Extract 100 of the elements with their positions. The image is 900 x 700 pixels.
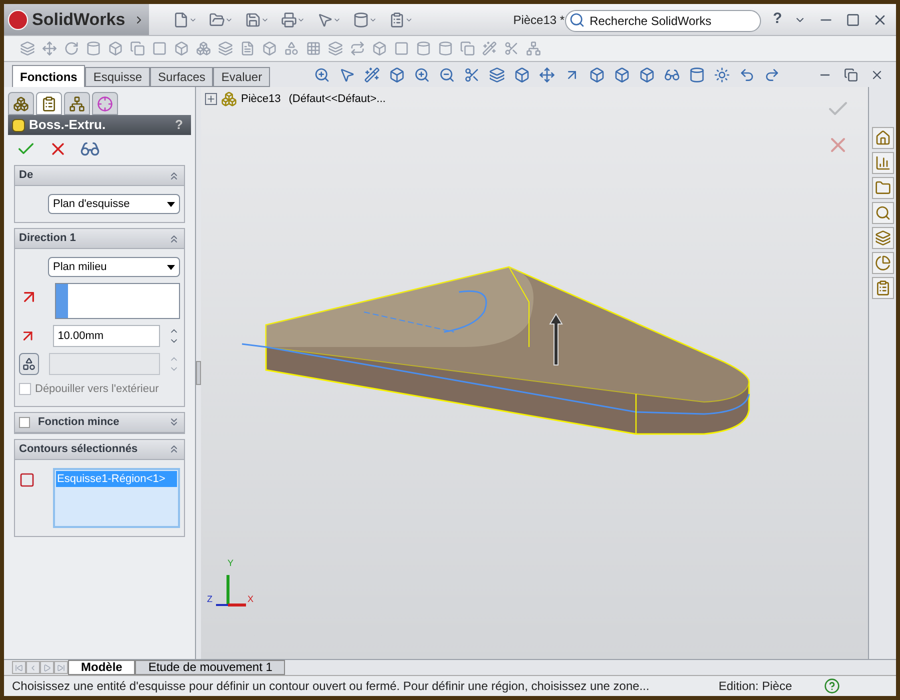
pointer-icon[interactable] [317, 12, 334, 28]
panel-tab[interactable] [36, 92, 62, 115]
undo-icon[interactable] [739, 66, 756, 82]
feature-tool-icon[interactable] [394, 41, 409, 56]
feature-tool-icon[interactable] [196, 41, 211, 56]
new-file-icon[interactable] [173, 12, 190, 28]
panel-tab[interactable] [92, 92, 118, 115]
distance-field[interactable]: 10.00mm [52, 325, 160, 347]
feature-tool-icon[interactable] [438, 41, 453, 56]
app-logo[interactable]: SolidWorks [4, 4, 150, 35]
draft-checkbox[interactable]: Dépouiller vers l'extérieur [15, 381, 184, 398]
feature-tool-icon[interactable] [174, 41, 189, 56]
zoom-icon[interactable] [314, 66, 330, 82]
save-icon[interactable] [245, 12, 262, 28]
feature-tool-icon[interactable] [416, 41, 431, 56]
zoom-fit-icon[interactable] [414, 66, 430, 82]
feature-tool-icon[interactable] [262, 41, 277, 56]
feature-tool-icon[interactable] [328, 41, 343, 56]
task-pane-tab[interactable] [872, 152, 894, 174]
checkbox[interactable] [19, 416, 30, 428]
draft-button[interactable] [19, 353, 40, 375]
feature-tool-icon[interactable] [460, 41, 475, 56]
axis-label: X [248, 593, 254, 606]
section-title: Fonction mince [38, 414, 120, 430]
model-tab[interactable]: Etude de mouvement 1 [135, 660, 286, 675]
home-icon [874, 130, 890, 146]
task-pane-tab[interactable] [872, 227, 894, 249]
section-title: Direction 1 [19, 231, 77, 246]
feature-tool-icon[interactable] [20, 41, 35, 56]
redo-icon[interactable] [764, 66, 780, 82]
layers-icon [874, 230, 890, 246]
feature-tool-icon[interactable] [504, 41, 519, 56]
clipboard-icon [874, 280, 890, 296]
collapse-toggle[interactable] [168, 416, 180, 428]
glasses-icon[interactable] [664, 66, 680, 82]
collapse-toggle[interactable] [168, 232, 180, 244]
help-button[interactable]: ? [175, 115, 187, 135]
feature-tool-icon[interactable] [86, 41, 101, 56]
command-tab[interactable]: Fonctions [12, 65, 86, 87]
help-menu[interactable]: ? [772, 8, 782, 31]
command-tab[interactable]: Evaluer [213, 67, 270, 87]
search-field[interactable]: Recherche SolidWorks [564, 10, 761, 32]
box-icon[interactable] [614, 66, 630, 82]
model-tab[interactable]: Modèle [68, 660, 136, 675]
feature-tool-icon[interactable] [64, 41, 79, 56]
command-tab[interactable]: Surfaces [150, 67, 214, 87]
zoom-out-icon[interactable] [439, 66, 456, 82]
folder-icon [874, 180, 890, 196]
search-icon [874, 205, 890, 221]
feature-tool-icon[interactable] [482, 41, 497, 56]
search-icon [568, 12, 585, 28]
expand-icon[interactable] [205, 93, 217, 106]
caret-icon [167, 264, 175, 270]
properties-icon [41, 96, 57, 112]
dropdown[interactable]: Plan d'esquisse [48, 194, 180, 214]
feature-tool-icon[interactable] [218, 41, 233, 56]
collapse-toggle[interactable] [168, 443, 180, 455]
nav-arrow-icon [57, 664, 65, 672]
panel-tab[interactable] [64, 92, 90, 115]
task-pane-tab[interactable] [872, 202, 894, 224]
maximize-icon[interactable] [846, 12, 860, 26]
window-title: Pièce13 * [513, 12, 565, 28]
help-icon[interactable] [824, 678, 840, 694]
section-title: Contours sélectionnés [19, 442, 139, 457]
cube-icon[interactable] [514, 66, 530, 82]
tree-item[interactable]: Pièce13 [241, 91, 281, 108]
print-icon[interactable] [281, 12, 298, 28]
feature-tool-icon[interactable] [284, 41, 299, 56]
contour-icon [19, 472, 35, 488]
feature-tool-icon[interactable] [306, 41, 321, 56]
status-message: Choisissez une entité d'esquisse pour définir un contour ouvert ou fermé. Pour définir une région, choisissez une zone... [12, 678, 650, 695]
axis-label: Y [227, 557, 234, 570]
task-pane-tab[interactable] [872, 252, 894, 274]
task-pane-tab[interactable] [872, 277, 894, 299]
selection-box[interactable] [55, 283, 180, 319]
task-pane-tab[interactable] [872, 127, 894, 149]
command-tab[interactable]: Esquisse [85, 67, 150, 87]
tree-icon [13, 96, 29, 112]
feature-tool-icon[interactable] [42, 41, 57, 56]
feature-tool-icon[interactable] [526, 41, 541, 56]
feature-tool-icon[interactable] [350, 41, 365, 56]
feature-tool-icon[interactable] [130, 41, 145, 56]
collapse-toggle[interactable] [168, 170, 180, 182]
dropdown[interactable]: Plan milieu [48, 257, 180, 277]
move-icon[interactable] [539, 66, 556, 82]
restore-icon[interactable] [844, 68, 858, 82]
pointer-icon[interactable] [339, 66, 356, 82]
section-title: De [19, 168, 34, 184]
panel-tab[interactable] [8, 92, 34, 115]
shaded-cube-icon[interactable] [589, 66, 606, 82]
config-icon [69, 96, 85, 112]
draft-angle-field[interactable] [49, 353, 160, 375]
collapse-handle[interactable] [196, 361, 201, 385]
feature-tool-icon[interactable] [372, 41, 387, 56]
feature-tool-icon[interactable] [108, 41, 123, 56]
dimxpert-icon [97, 96, 113, 112]
task-pane-tab[interactable] [872, 177, 894, 199]
feature-tool-icon[interactable] [240, 41, 255, 56]
open-icon[interactable] [209, 12, 226, 28]
feature-tool-icon[interactable] [152, 41, 167, 56]
